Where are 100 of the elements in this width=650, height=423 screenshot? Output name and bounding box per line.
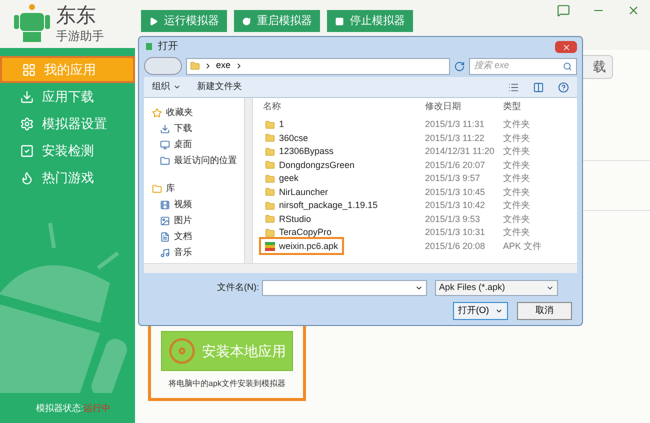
file-type: 文件夹 — [502, 158, 531, 172]
new-folder-button[interactable]: 新建文件夹 — [197, 80, 242, 94]
nav-icon — [160, 248, 170, 258]
nav-icon — [160, 216, 170, 226]
flame-icon — [20, 170, 34, 184]
file-type: 文件夹 — [502, 172, 531, 185]
folder-icon — [265, 120, 275, 130]
file-type: 文件夹 — [502, 118, 531, 131]
nav-item[interactable]: 下载 — [144, 122, 244, 135]
file-name: 1 — [279, 118, 284, 131]
file-date: 2014/12/31 11:20 — [424, 145, 496, 158]
play-icon — [149, 16, 158, 26]
file-name: RStudio — [279, 212, 312, 226]
column-header[interactable]: 修改日期 — [423, 100, 501, 114]
folder-icon — [265, 187, 275, 198]
nav-icon — [160, 200, 170, 210]
nav-item[interactable]: 文档 — [144, 230, 244, 243]
file-name: geek — [279, 172, 299, 185]
file-date: 2015/1/3 10:45 — [424, 186, 486, 198]
file-type: 文件夹 — [502, 199, 531, 212]
robot-app-icon — [144, 41, 154, 51]
filetype-dropdown[interactable]: Apk Files (*.apk) — [435, 280, 558, 296]
file-name: weixin.pc6.apk — [279, 240, 338, 253]
horizontal-scrollbar[interactable] — [144, 263, 577, 273]
file-name: 360cse — [279, 132, 308, 144]
file-date: 2015/1/6 20:07 — [424, 158, 486, 172]
nav-item[interactable]: 最近访问的位置 — [144, 154, 244, 167]
file-date: 2015/1/3 11:22 — [424, 132, 486, 144]
close-icon[interactable] — [627, 4, 640, 17]
refresh-icon[interactable] — [454, 60, 465, 72]
nav-icon — [160, 232, 170, 242]
open-button[interactable]: 打开(O) — [453, 302, 508, 320]
folder-icon — [265, 160, 275, 170]
nav-item[interactable]: 视频 — [144, 198, 244, 211]
organize-menu[interactable]: 组织 — [152, 80, 181, 94]
stop-icon — [335, 16, 344, 26]
file-date: 2015/1/3 11:31 — [424, 118, 486, 131]
chevron-icon — [204, 62, 212, 70]
cancel-button[interactable]: 取消 — [517, 302, 572, 320]
file-name: nirsoft_package_1.19.15 — [279, 199, 378, 212]
file-type: APK 文件 — [502, 240, 543, 252]
nav-icon — [160, 140, 170, 150]
folder-icon — [265, 146, 275, 157]
nav-item[interactable]: 图片 — [144, 214, 244, 227]
nav-item[interactable]: 库 — [144, 182, 244, 195]
download-icon — [20, 90, 34, 104]
checkbox-icon — [20, 144, 34, 158]
logo-title: 东东 — [56, 6, 97, 26]
dropdown-icon — [546, 284, 554, 292]
gear-icon — [20, 116, 34, 130]
folder-icon — [265, 228, 275, 238]
dialog-title: 打开 — [158, 40, 178, 54]
file-name: 12306Bypass — [279, 145, 334, 158]
feedback-icon[interactable] — [557, 4, 570, 17]
nav-icon — [160, 124, 170, 134]
search-icon — [563, 62, 572, 70]
close-icon — [562, 42, 570, 52]
filename-label: 文件名(N): — [216, 281, 260, 294]
file-type: 文件夹 — [502, 145, 531, 158]
logo-subtitle: 手游助手 — [56, 30, 104, 42]
nav-item[interactable]: 桌面 — [144, 138, 244, 151]
preview-pane-icon[interactable] — [533, 82, 544, 92]
package-icon — [265, 242, 275, 251]
file-date: 2015/1/3 9:53 — [424, 212, 482, 226]
nav-item[interactable]: 收藏夹 — [144, 106, 244, 119]
dropdown-icon — [415, 284, 423, 292]
file-name: TeraCopyPro — [279, 226, 332, 239]
file-date: 2015/1/3 10:31 — [424, 226, 486, 239]
filename-field[interactable] — [262, 280, 427, 296]
column-header[interactable]: 名称 — [253, 100, 423, 114]
nav-icon — [152, 108, 162, 118]
file-type: 文件夹 — [502, 186, 531, 198]
file-type: 文件夹 — [502, 212, 531, 226]
folder-icon — [265, 174, 275, 184]
file-type: 文件夹 — [502, 226, 531, 239]
folder-icon — [265, 200, 275, 211]
address-bar[interactable]: exe — [186, 58, 450, 74]
dropdown-icon — [495, 307, 503, 315]
dialog-close-button[interactable] — [555, 41, 577, 53]
nav-item[interactable]: 音乐 — [144, 246, 244, 259]
status-value: 运行中 — [84, 402, 111, 414]
folder-icon — [265, 214, 275, 224]
grid-icon — [22, 62, 36, 76]
help-icon[interactable] — [558, 82, 569, 92]
folder-icon — [190, 61, 200, 71]
nav-icon — [160, 156, 170, 166]
file-date: 2015/1/3 9:57 — [424, 172, 482, 185]
file-type: 文件夹 — [502, 132, 531, 144]
nav-icon — [152, 184, 162, 194]
disc-box-icon — [168, 337, 196, 365]
file-name: NirLauncher — [279, 186, 328, 198]
status-label: 模拟器状态: — [36, 402, 84, 414]
install-hint: 将电脑中的apk文件安装到模拟器 — [168, 378, 286, 390]
caret-icon — [173, 83, 181, 91]
column-header[interactable]: 类型 — [501, 100, 577, 114]
folder-icon — [265, 133, 275, 144]
view-icon[interactable] — [508, 82, 519, 92]
highlighted-file-frame[interactable]: weixin.pc6.apk — [259, 237, 344, 256]
back-forward-buttons[interactable] — [144, 57, 182, 75]
file-date: 2015/1/6 20:08 — [424, 240, 486, 252]
